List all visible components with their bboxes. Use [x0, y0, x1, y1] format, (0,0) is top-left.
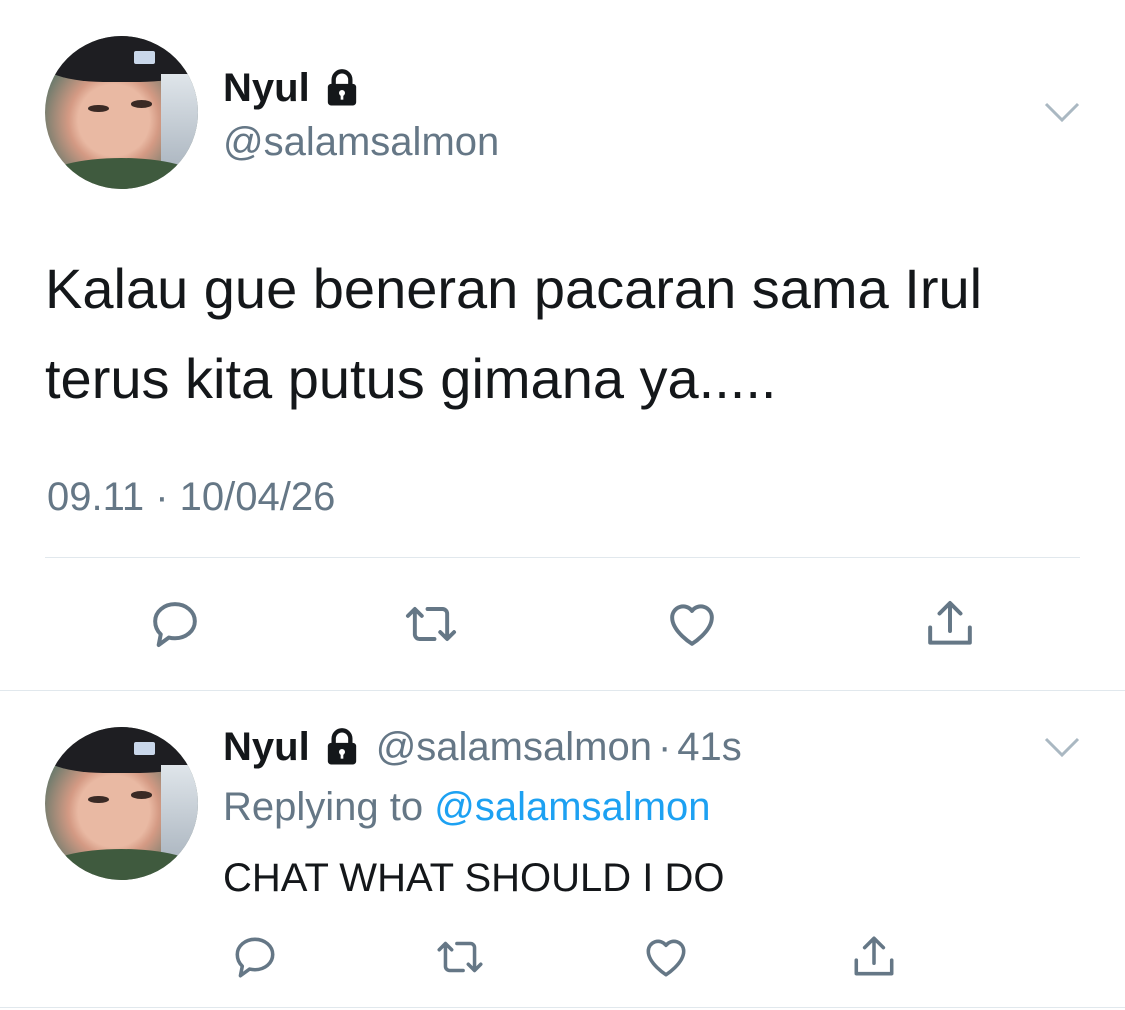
handle[interactable]: @salamsalmon	[223, 118, 499, 166]
retweet-icon	[401, 596, 461, 652]
chevron-down-icon[interactable]	[1042, 733, 1082, 761]
tweet-text-line: Kalau gue beneran pacaran sama Irul	[45, 257, 983, 320]
replying-to: Replying to @salamsalmon	[223, 782, 711, 832]
timestamp[interactable]: 09.11 · 10/04/26	[47, 472, 335, 522]
share-button[interactable]	[844, 928, 904, 986]
divider	[45, 557, 1080, 558]
share-icon	[849, 932, 899, 982]
avatar[interactable]	[45, 727, 198, 880]
author-name-row: Nyul	[223, 64, 362, 112]
separator-dot: ·	[657, 724, 672, 769]
chevron-down-icon[interactable]	[1042, 98, 1082, 126]
reply-icon	[230, 932, 280, 982]
retweet-button[interactable]	[430, 928, 490, 986]
avatar[interactable]	[45, 36, 198, 189]
reply-text: CHAT WHAT SHOULD I DO	[223, 856, 725, 900]
handle[interactable]: @salamsalmon	[376, 725, 652, 770]
display-name[interactable]: Nyul	[223, 66, 310, 111]
reply-button[interactable]	[140, 592, 210, 656]
share-button[interactable]	[915, 592, 985, 656]
divider	[0, 690, 1125, 691]
lock-icon	[322, 727, 362, 767]
like-icon	[663, 596, 721, 652]
like-button[interactable]	[636, 928, 696, 986]
display-name[interactable]: Nyul	[223, 725, 310, 770]
reply-icon	[147, 596, 203, 652]
lock-icon	[322, 68, 362, 108]
retweet-icon	[433, 932, 487, 982]
divider	[0, 1007, 1125, 1008]
like-button[interactable]	[657, 592, 727, 656]
retweet-button[interactable]	[396, 592, 466, 656]
reply-header-row: Nyul @salamsalmon · 41s	[223, 723, 742, 771]
replying-to-label: Replying to	[223, 785, 424, 829]
replying-to-handle[interactable]: @salamsalmon	[434, 785, 710, 829]
tweet-age[interactable]: 41s	[677, 725, 742, 770]
like-icon	[640, 932, 692, 982]
reply-button[interactable]	[225, 928, 285, 986]
tweet-text-line: terus kita putus gimana ya.....	[45, 347, 777, 410]
tweet-text: Kalau gue beneran pacaran sama Irul teru…	[45, 244, 982, 424]
share-icon	[922, 596, 978, 652]
